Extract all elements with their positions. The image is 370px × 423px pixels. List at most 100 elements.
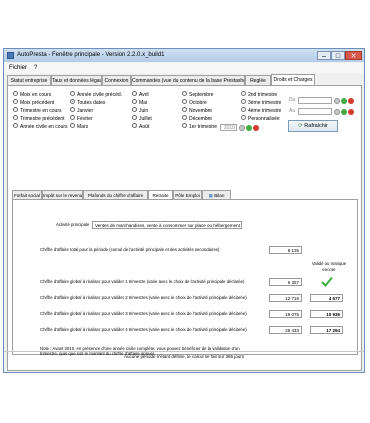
row2-value: 12 716 xyxy=(269,294,302,302)
tab-connexion[interactable]: Connexion xyxy=(102,75,131,85)
radio-button[interactable] xyxy=(70,115,75,121)
menu-fichier[interactable]: Fichier xyxy=(9,63,27,73)
bilan-icon: ▦ xyxy=(208,193,213,198)
radio-button[interactable] xyxy=(13,115,18,121)
radio-personnalisee[interactable]: Personnalisée xyxy=(241,115,280,123)
row4-label: Chiffre d'affaire global à réaliser pour… xyxy=(40,327,247,332)
radio-button[interactable] xyxy=(70,123,75,129)
menu-help[interactable]: ? xyxy=(34,63,37,73)
row2-label: Chiffre d'affaire global à réaliser pour… xyxy=(40,295,247,300)
radio-button[interactable] xyxy=(13,107,18,113)
green-dot-icon[interactable] xyxy=(341,97,347,104)
activity-label: Activité principale xyxy=(56,222,90,227)
validity-header: Validé ou manque encore xyxy=(311,261,347,272)
radio-mars[interactable]: Mars xyxy=(70,123,88,131)
radio-button[interactable] xyxy=(182,115,187,121)
radio-aout[interactable]: Août xyxy=(132,123,149,131)
date-from-label: Du xyxy=(289,97,296,103)
radio-mai[interactable]: Mai xyxy=(132,99,147,107)
radio-juillet[interactable]: Juillet xyxy=(132,115,152,123)
radio-button-selected[interactable] xyxy=(70,99,75,105)
radio-button[interactable] xyxy=(241,91,246,97)
radio-septembre[interactable]: Septembre xyxy=(182,91,213,99)
date-to-label: Au xyxy=(289,108,296,114)
tab-droits-charges[interactable]: Droits et Charges xyxy=(271,74,315,85)
tab-reglee[interactable]: Reglée xyxy=(245,75,271,85)
retraite-content: Activité principale Ventes de marchandis… xyxy=(12,199,358,356)
tab-statut-entreprise[interactable]: Statut entreprise xyxy=(7,75,51,85)
refresh-button[interactable]: ⟳ Rafraichir xyxy=(288,120,338,132)
subtab-bilan[interactable]: ▦ Bilan xyxy=(202,190,231,199)
radio-decembre[interactable]: Décembre xyxy=(182,115,212,123)
calendar-icon[interactable] xyxy=(334,108,340,115)
radio-trimestre-en-cours[interactable]: Trimestre en cours xyxy=(13,107,62,115)
year-field[interactable]: 2010 xyxy=(220,124,237,131)
maximize-button[interactable]: □ xyxy=(331,51,345,60)
radio-avril[interactable]: Avril xyxy=(132,91,149,99)
date-to-field[interactable] xyxy=(298,108,332,115)
check-icon xyxy=(321,276,333,287)
radio-button[interactable] xyxy=(241,115,246,121)
total-label: Chiffre d'affaire total pour la période … xyxy=(40,247,220,252)
calendar-icon[interactable] xyxy=(334,97,340,104)
radio-button[interactable] xyxy=(132,99,137,105)
green-dot-icon[interactable] xyxy=(341,108,347,115)
radio-1er-trimestre[interactable]: 1er trimestre xyxy=(182,123,217,131)
row3-label: Chiffre d'affaire global à réaliser pour… xyxy=(40,311,247,316)
close-button[interactable]: ✕ xyxy=(345,51,362,60)
subtab-plafonds[interactable]: Plafonds du chiffre d'affaire xyxy=(83,190,148,199)
radio-toutes-dates[interactable]: Toutes dates xyxy=(70,99,105,107)
tab-taux-donnees[interactable]: Taux et données légaux xyxy=(51,75,102,85)
radio-button[interactable] xyxy=(70,91,75,97)
radio-novembre[interactable]: Novembre xyxy=(182,107,212,115)
green-dot-icon[interactable] xyxy=(246,124,252,131)
radio-annee-civile-en-cours[interactable]: Année civile en cours xyxy=(13,123,68,131)
row3-value: 19 075 xyxy=(269,310,302,318)
radio-button[interactable] xyxy=(70,107,75,113)
radio-annee-civile-precedente[interactable]: Année civile précéd. xyxy=(70,91,122,99)
radio-button[interactable] xyxy=(182,91,187,97)
radio-button[interactable] xyxy=(182,99,187,105)
main-window: AutoPresta - Fenêtre principale - Versio… xyxy=(3,48,365,373)
red-dot-icon[interactable] xyxy=(348,97,354,104)
radio-button[interactable] xyxy=(13,123,18,129)
radio-juin[interactable]: Juin xyxy=(132,107,148,115)
radio-button[interactable] xyxy=(241,99,246,105)
radio-button[interactable] xyxy=(182,107,187,113)
radio-mois-en-cours[interactable]: Mois en cours xyxy=(13,91,51,99)
year-spinner-icon[interactable] xyxy=(239,124,245,131)
subtab-forfait-social[interactable]: Forfait social xyxy=(12,190,42,199)
subtab-pole-emploi[interactable]: Pôle Emploi xyxy=(173,190,202,199)
radio-4eme-trimestre[interactable]: 4ème trimestre xyxy=(241,107,281,115)
radio-button[interactable] xyxy=(182,123,187,129)
status-bar: Aucune période n'étant définie, le calcu… xyxy=(4,351,364,362)
red-dot-icon[interactable] xyxy=(348,108,354,115)
subtab-retraite[interactable]: Retraite xyxy=(148,190,173,199)
activity-field[interactable]: Ventes de marchandises, vente à consomme… xyxy=(92,221,242,229)
radio-3eme-trimestre[interactable]: 3ème trimestre xyxy=(241,99,281,107)
radio-button[interactable] xyxy=(241,107,246,113)
radio-octobre[interactable]: Octobre xyxy=(182,99,207,107)
radio-button[interactable] xyxy=(13,91,18,97)
refresh-icon: ⟳ xyxy=(298,123,303,129)
row1-value: 6 357 xyxy=(269,278,302,286)
subtab-impot-revenu[interactable]: Impôt sur le revenu xyxy=(42,190,83,199)
row3-missing: 10 936 xyxy=(310,310,343,318)
radio-button[interactable] xyxy=(132,115,137,121)
radio-trimestre-precedent[interactable]: Trimestre précédent xyxy=(13,115,65,123)
radio-2nd-trimestre[interactable]: 2nd trimestre xyxy=(241,91,277,99)
title-bar: AutoPresta - Fenêtre principale - Versio… xyxy=(4,49,364,62)
row4-missing: 17 294 xyxy=(310,326,343,334)
date-from-field[interactable] xyxy=(298,97,332,104)
radio-fevrier[interactable]: Février xyxy=(70,115,93,123)
red-dot-icon[interactable] xyxy=(253,124,259,131)
radio-button[interactable] xyxy=(13,99,18,105)
radio-button[interactable] xyxy=(132,123,137,129)
radio-button[interactable] xyxy=(132,91,137,97)
radio-janvier[interactable]: Janvier xyxy=(70,107,93,115)
tab-commandes[interactable]: Commandes (vue du contenu de la base Pre… xyxy=(131,75,245,85)
radio-mois-precedent[interactable]: Mois précédent xyxy=(13,99,54,107)
minimize-button[interactable]: – xyxy=(317,51,331,60)
radio-button[interactable] xyxy=(132,107,137,113)
app-icon xyxy=(7,52,14,59)
